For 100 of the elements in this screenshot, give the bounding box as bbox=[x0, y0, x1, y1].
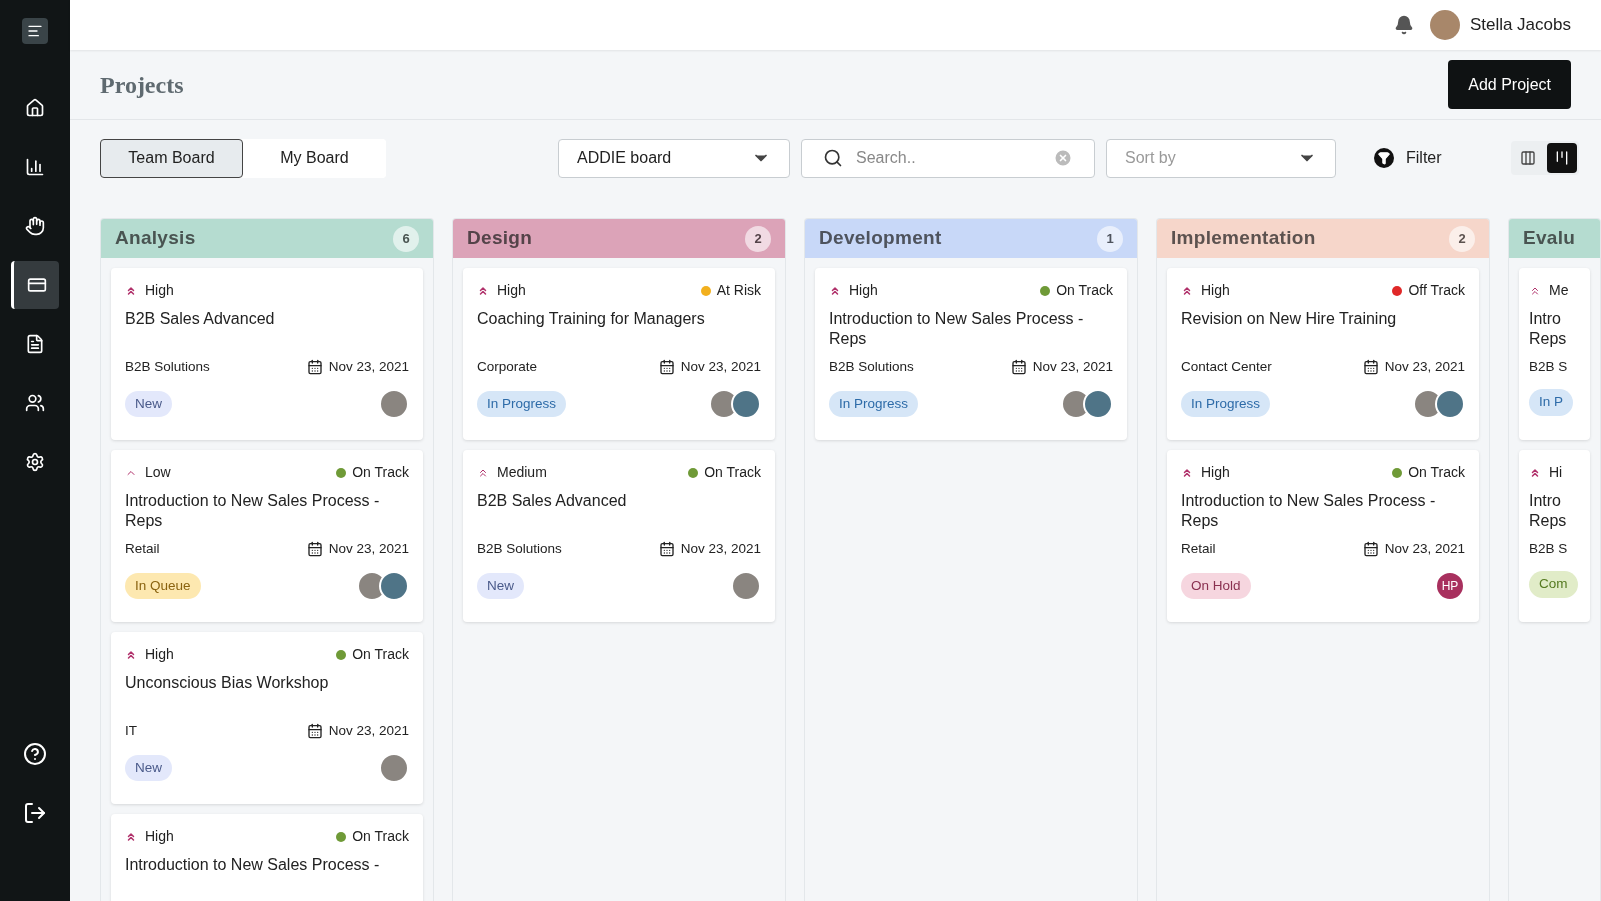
search-field[interactable]: Search.. bbox=[801, 138, 1095, 178]
notification-bell-icon[interactable] bbox=[1393, 15, 1414, 35]
due-date: Nov 23, 2021 bbox=[328, 540, 409, 558]
user-avatar-placeholder[interactable] bbox=[1429, 10, 1460, 40]
due-date: Nov 23, 2021 bbox=[1384, 358, 1465, 376]
menu-icon bbox=[27, 23, 43, 39]
status-tag: In Queue bbox=[125, 573, 201, 600]
calendar-icon bbox=[306, 541, 323, 558]
high-priority-icon bbox=[125, 648, 137, 661]
project-title: B2B Sales Advanced bbox=[477, 491, 628, 511]
status-label: On Track bbox=[1408, 463, 1465, 482]
department-label: Corporate bbox=[477, 358, 538, 376]
status-label: On Track bbox=[352, 463, 409, 482]
list-view-icon bbox=[1520, 150, 1536, 166]
due-date: Nov 23, 2021 bbox=[328, 358, 409, 376]
board-view-button[interactable] bbox=[1547, 143, 1577, 173]
priority-label: Medium bbox=[497, 463, 547, 482]
project-card[interactable]: High On Track Introduction to New Sales Process - Reps B2B Solutions Nov 23, 2021 In Progress bbox=[815, 268, 1127, 440]
project-title: Introduction to New Sales Process - bbox=[125, 855, 381, 875]
high-priority-icon bbox=[1529, 466, 1541, 479]
priority-label: High bbox=[497, 281, 526, 300]
column-title: Design bbox=[467, 226, 533, 251]
high-priority-icon bbox=[125, 284, 137, 297]
calendar-icon bbox=[306, 723, 323, 740]
status-tag: In Progress bbox=[477, 391, 567, 418]
project-card[interactable]: High On Track Introduction to New Sales Process - bbox=[111, 814, 423, 901]
high-priority-icon bbox=[125, 830, 137, 843]
priority-label: High bbox=[849, 281, 878, 300]
reports-icon bbox=[25, 157, 45, 177]
department-label: IT bbox=[125, 722, 137, 740]
high-priority-icon bbox=[829, 284, 841, 297]
project-title: Intro Reps bbox=[1529, 491, 1568, 531]
card-count: 6 bbox=[393, 225, 419, 252]
people-icon bbox=[25, 393, 45, 413]
due-date: Nov 23, 2021 bbox=[680, 358, 761, 376]
status-tag: New bbox=[125, 391, 172, 418]
department-label: B2B S bbox=[1529, 540, 1568, 558]
page-title: Projects bbox=[100, 70, 184, 100]
card-count: 2 bbox=[1449, 225, 1475, 252]
project-title: Coaching Training for Managers bbox=[477, 309, 706, 329]
high-priority-icon bbox=[1181, 466, 1193, 479]
project-card[interactable]: Medium On Track B2B Sales Advanced B2B Solutions Nov 23, 2021 New bbox=[463, 450, 775, 622]
column-title: Analysis bbox=[115, 226, 196, 251]
help-icon bbox=[23, 742, 47, 766]
department-label: Retail bbox=[1181, 540, 1216, 558]
project-card[interactable]: High At Risk Coaching Training for Managers Corporate Nov 23, 2021 In Progress bbox=[463, 268, 775, 440]
project-title: Introduction to New Sales Process - Reps bbox=[125, 491, 381, 531]
status-label: On Track bbox=[704, 463, 761, 482]
menu-button[interactable] bbox=[22, 18, 48, 44]
status-label: At Risk bbox=[716, 281, 761, 300]
card-count: 1 bbox=[1097, 225, 1123, 252]
status-tag: In Progress bbox=[1181, 391, 1271, 418]
department-label: B2B Solutions bbox=[477, 540, 562, 558]
calendar-icon bbox=[306, 359, 323, 376]
add-project-button[interactable]: Add Project bbox=[1448, 60, 1571, 109]
column-title: Evalu bbox=[1523, 226, 1576, 251]
priority-label: High bbox=[145, 645, 174, 664]
project-card[interactable]: Hi Intro Reps B2B S Com bbox=[1519, 450, 1590, 622]
priority-label: High bbox=[145, 827, 174, 846]
board-view-icon bbox=[1554, 150, 1570, 166]
settings-icon bbox=[25, 452, 45, 472]
calendar-icon bbox=[658, 541, 675, 558]
due-date: Nov 23, 2021 bbox=[680, 540, 761, 558]
department-label: B2B Solutions bbox=[829, 358, 914, 376]
column-title: Implementation bbox=[1171, 226, 1316, 251]
status-tag: In Progress bbox=[829, 391, 919, 418]
project-title: Unconscious Bias Workshop bbox=[125, 673, 330, 693]
status-label: On Track bbox=[1056, 281, 1113, 300]
calendar-icon bbox=[1010, 359, 1027, 376]
project-title: Intro Reps bbox=[1529, 309, 1568, 349]
priority-label: High bbox=[1201, 463, 1230, 482]
high-priority-icon bbox=[1181, 284, 1193, 297]
priority-label: Low bbox=[145, 463, 171, 482]
board-select[interactable]: ADDIE board bbox=[558, 138, 790, 178]
project-card[interactable]: High Off Track Revision on New Hire Training Contact Center Nov 23, 2021 In Progress bbox=[1167, 268, 1479, 440]
status-tag: On Hold bbox=[1181, 573, 1251, 600]
priority-label: High bbox=[145, 281, 174, 300]
department-label: Contact Center bbox=[1181, 358, 1272, 376]
project-title: Introduction to New Sales Process - Reps bbox=[829, 309, 1085, 349]
project-card[interactable]: High B2B Sales Advanced B2B Solutions Nov 23, 2021 New bbox=[111, 268, 423, 440]
filter-icon bbox=[1374, 148, 1394, 168]
project-title: Revision on New Hire Training bbox=[1181, 309, 1398, 329]
calendar-icon bbox=[1362, 359, 1379, 376]
project-card[interactable]: High On Track Introduction to New Sales Process - Reps Retail Nov 23, 2021 On Hold HP bbox=[1167, 450, 1479, 622]
calendar-icon bbox=[658, 359, 675, 376]
department-label: B2B Solutions bbox=[125, 358, 210, 376]
status-label: On Track bbox=[352, 827, 409, 846]
priority-label: Me bbox=[1549, 281, 1569, 300]
status-label: Off Track bbox=[1408, 281, 1465, 300]
project-card[interactable]: Me Intro Reps B2B S In P bbox=[1519, 268, 1590, 440]
project-card[interactable]: Low On Track Introduction to New Sales Process - Reps Retail Nov 23, 2021 In Queue bbox=[111, 450, 423, 622]
priority-label: Hi bbox=[1549, 463, 1563, 482]
search-icon bbox=[823, 147, 843, 168]
filter-button[interactable]: Filter bbox=[1374, 146, 1442, 170]
user-name[interactable]: Stella Jacobs bbox=[1469, 12, 1571, 38]
project-card[interactable]: High On Track Unconscious Bias Workshop IT Nov 23, 2021 New bbox=[111, 632, 423, 804]
status-tag: New bbox=[477, 573, 524, 600]
card-count: 2 bbox=[745, 225, 771, 252]
board-tab[interactable]: Team Board bbox=[100, 138, 243, 178]
due-date: Nov 23, 2021 bbox=[1032, 358, 1113, 376]
